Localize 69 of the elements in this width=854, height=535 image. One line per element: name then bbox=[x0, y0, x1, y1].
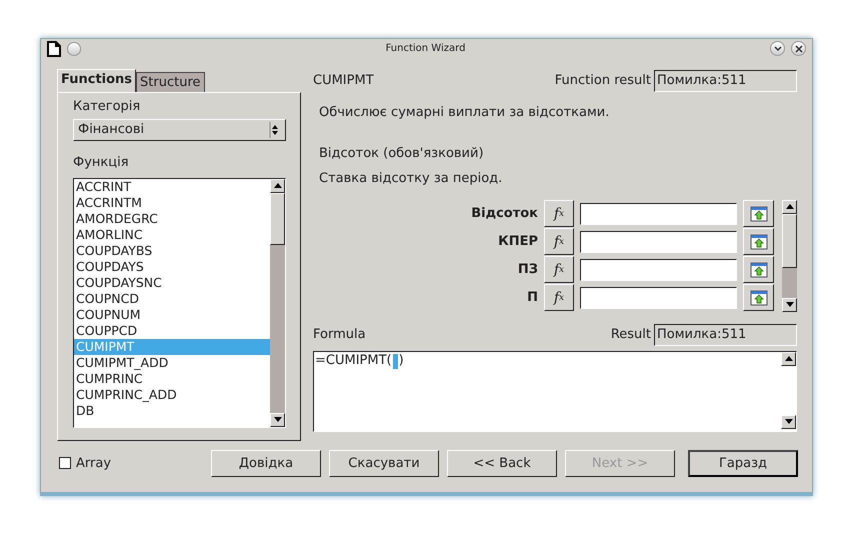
argument-input[interactable] bbox=[580, 258, 737, 281]
function-label: Функція bbox=[73, 154, 130, 172]
formula-text: =CUMIPMT( bbox=[315, 352, 392, 368]
up-arrow-icon bbox=[274, 183, 282, 188]
function-list-item[interactable]: ACCRINTM bbox=[74, 194, 270, 211]
text-cursor bbox=[392, 354, 398, 369]
close-icon bbox=[794, 44, 803, 53]
shrink-button[interactable] bbox=[743, 284, 774, 312]
function-result-label: Function result bbox=[554, 73, 651, 88]
function-list-item[interactable]: CUMPRINC_ADD bbox=[74, 386, 270, 403]
function-list-item[interactable]: COUPDAYSNC bbox=[74, 274, 270, 291]
minimize-button[interactable] bbox=[770, 41, 786, 56]
scrollbar[interactable] bbox=[782, 200, 797, 312]
function-list-item[interactable]: COUPNUM bbox=[74, 306, 270, 323]
array-checkbox[interactable] bbox=[59, 457, 71, 470]
scroll-thumb[interactable] bbox=[270, 192, 285, 245]
document-icon bbox=[47, 40, 61, 57]
function-list-item[interactable]: CUMIPMT_ADD bbox=[74, 354, 270, 371]
close-button[interactable] bbox=[791, 41, 806, 56]
spin-arrows-icon bbox=[269, 122, 281, 138]
argument-label: Відсоток bbox=[470, 206, 538, 222]
function-list-item[interactable]: COUPDAYS bbox=[74, 258, 270, 275]
result-label: Result bbox=[610, 327, 651, 342]
chevron-down-icon bbox=[774, 46, 782, 52]
dialog-button[interactable]: Довідка bbox=[211, 450, 321, 477]
function-list-item[interactable]: ACCRINT bbox=[74, 178, 270, 195]
function-list-item[interactable]: AMORLINC bbox=[74, 226, 270, 243]
argument-input[interactable] bbox=[580, 202, 737, 225]
down-arrow-icon bbox=[274, 417, 282, 422]
argument-title: Відсоток (обов'язковий) bbox=[318, 146, 485, 161]
down-arrow-icon bbox=[786, 302, 794, 308]
function-list-item[interactable]: COUPDAYBS bbox=[74, 242, 270, 259]
menu-button[interactable] bbox=[67, 42, 81, 56]
scrollbar[interactable] bbox=[270, 178, 285, 427]
formula-label: Formula bbox=[313, 327, 366, 342]
function-list-item[interactable]: CUMPRINC bbox=[74, 370, 270, 387]
down-arrow-icon bbox=[784, 419, 792, 424]
window-title: Function Wizard bbox=[386, 43, 466, 54]
argument-label: ПЗ bbox=[516, 262, 538, 278]
function-list-item[interactable]: DB bbox=[74, 402, 270, 419]
argument-input[interactable] bbox=[580, 286, 737, 309]
up-arrow-icon bbox=[786, 204, 794, 210]
formula-text: ) bbox=[398, 352, 404, 368]
scrollbar[interactable] bbox=[781, 352, 796, 429]
array-label: Array bbox=[76, 456, 112, 471]
function-result-field: Помилка:511 bbox=[654, 70, 797, 92]
up-arrow-icon bbox=[784, 356, 792, 362]
scroll-thumb[interactable] bbox=[782, 214, 797, 268]
tab[interactable]: Functions bbox=[57, 68, 136, 92]
argument-label: КПЕР bbox=[497, 234, 538, 250]
argument-label: П bbox=[526, 290, 538, 306]
dialog-button[interactable]: Скасувати bbox=[329, 450, 439, 477]
shrink-button[interactable] bbox=[743, 256, 774, 284]
function-description: Обчислює сумарні виплати за відсотками. bbox=[318, 104, 610, 120]
function-list-item[interactable]: COUPNCD bbox=[74, 290, 270, 307]
category-label: Категорія bbox=[73, 98, 142, 116]
result-field: Помилка:511 bbox=[654, 324, 797, 346]
tab[interactable]: Structure bbox=[136, 72, 205, 92]
dialog-button[interactable]: << Back bbox=[447, 450, 557, 477]
category-dropdown[interactable]: Фінансові bbox=[73, 118, 286, 141]
dialog-button[interactable]: Гаразд bbox=[688, 450, 798, 477]
formula-editor[interactable]: =CUMIPMT( ) bbox=[313, 350, 797, 432]
function-name: CUMIPMT bbox=[313, 73, 374, 88]
function-list-item[interactable]: AMORDEGRC bbox=[74, 210, 270, 227]
shrink-button[interactable] bbox=[743, 228, 774, 256]
shrink-button[interactable] bbox=[743, 200, 774, 228]
argument-description: Ставка відсотку за період. bbox=[318, 170, 504, 186]
argument-input[interactable] bbox=[580, 230, 737, 253]
function-list-item[interactable]: COUPPCD bbox=[74, 322, 270, 339]
